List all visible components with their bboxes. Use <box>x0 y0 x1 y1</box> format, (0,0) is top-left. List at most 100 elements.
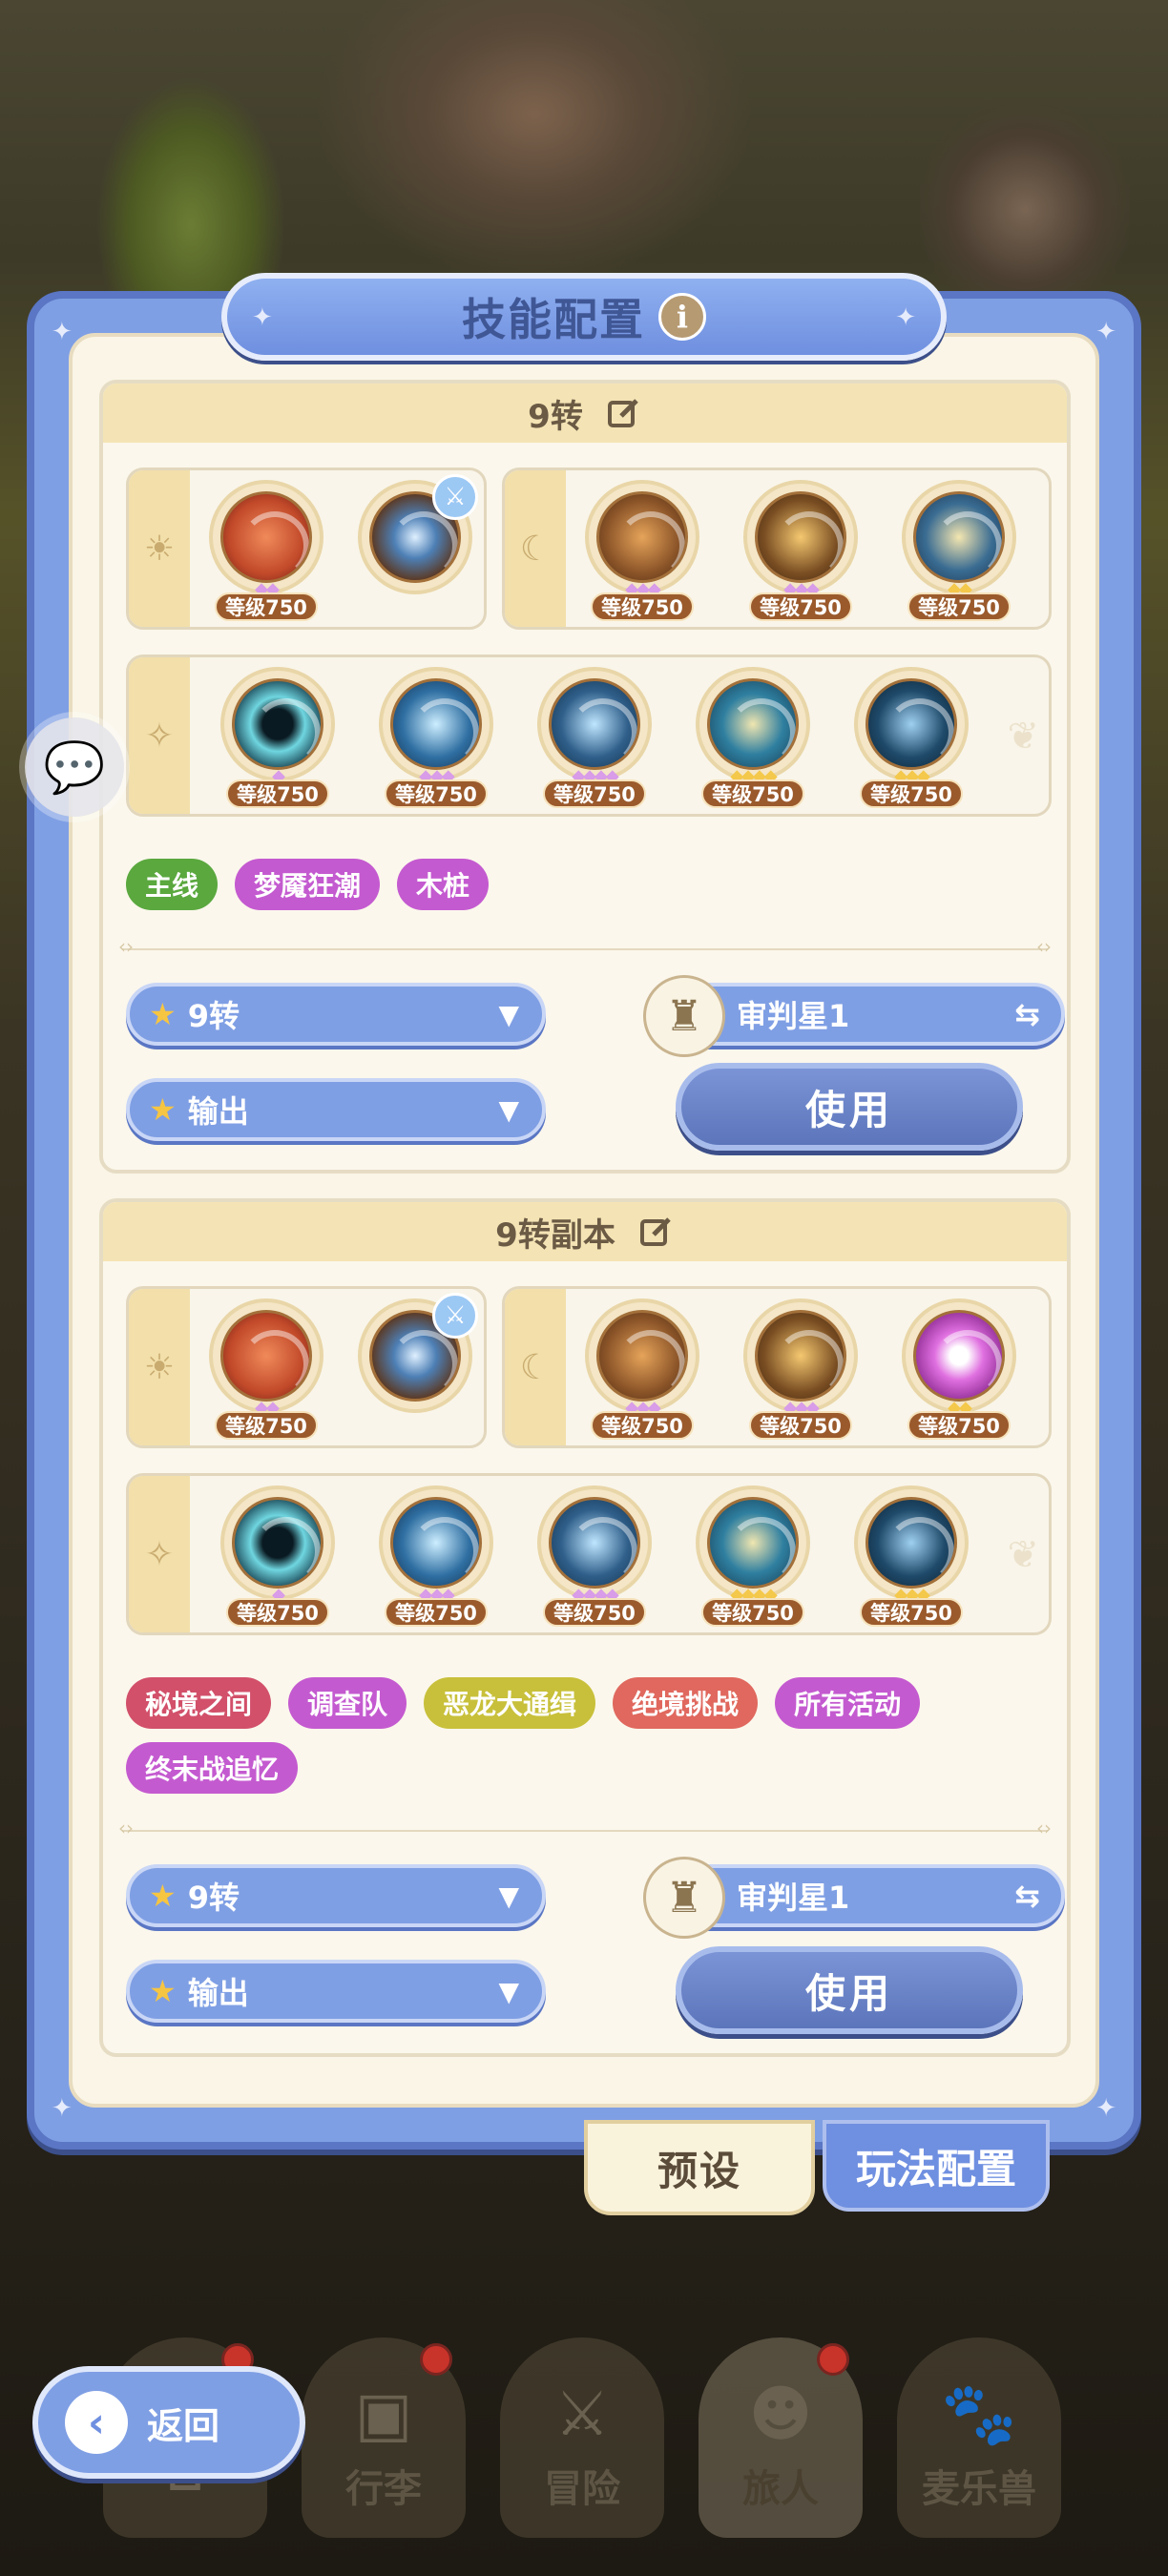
skill-icon <box>707 1497 799 1589</box>
skill-level: 等级750 <box>907 1411 1011 1440</box>
mode-tag: 梦魇狂潮 <box>235 859 381 910</box>
back-button[interactable]: ‹ 返回 <box>32 2366 305 2479</box>
config-name: 9转 <box>528 397 583 436</box>
star-skill-group: ✧ ◆ 等级750 ◆◆◆ 等级750 ◆◆◆◆ 等级750 ◆◆◆◆ 等级75… <box>126 1473 1052 1635</box>
skill-level: 等级750 <box>591 592 694 621</box>
pet-icon: 🐾 <box>941 2379 1017 2450</box>
swap-icon[interactable]: ⇆ <box>1014 996 1040 1032</box>
dropdown-value: 输出 <box>187 1975 249 2011</box>
skill-slot[interactable]: ◆◆◆ 等级750 <box>585 480 699 623</box>
skill-level: 等级750 <box>543 779 646 808</box>
skill-icon <box>913 1310 1005 1402</box>
character-selector[interactable]: ♜ 审判星1 ⇆ <box>643 975 1065 1057</box>
dropdown-value: 9转 <box>187 1880 240 1916</box>
skill-level: 等级750 <box>701 779 804 808</box>
decoration-icon: ❦ <box>1007 1533 1039 1577</box>
nav-label: 行李 <box>345 2467 422 2511</box>
job-dropdown[interactable]: ★ 9转 ▼ <box>126 983 546 1046</box>
nav-pet[interactable]: 🐾 麦乐兽 <box>897 2337 1061 2538</box>
skill-level: 等级750 <box>385 779 488 808</box>
corner-star-icon: ✦ <box>52 318 73 346</box>
skill-level: 等级750 <box>749 1411 852 1440</box>
chat-button[interactable]: 💬 <box>25 717 124 817</box>
mode-tag: 所有活动 <box>775 1677 921 1729</box>
mode-tag: 调查队 <box>288 1677 407 1729</box>
skill-slot[interactable]: ◆◆ 等级750 <box>902 480 1016 623</box>
skill-level: 等级750 <box>226 1598 329 1627</box>
mode-tags: 秘境之间 调查队 恶龙大通缉 绝境挑战 所有活动 终末战追忆 <box>126 1677 1044 1794</box>
sparkle-icon: ✧ <box>129 1476 190 1632</box>
edit-icon[interactable] <box>606 395 642 431</box>
skill-slot[interactable]: ◆◆◆ 等级750 <box>743 1298 858 1442</box>
role-dropdown[interactable]: ★ 输出 ▼ <box>126 1960 546 2023</box>
moon-icon: ☾ <box>505 470 566 627</box>
info-icon[interactable]: i <box>658 293 706 341</box>
nav-label: 旅人 <box>742 2467 819 2511</box>
mode-tag: 秘境之间 <box>126 1677 272 1729</box>
sun-icon: ☀ <box>129 1289 190 1445</box>
skill-slot[interactable]: ◆◆◆ 等级750 <box>585 1298 699 1442</box>
skill-slot[interactable]: ◆◆◆◆ 等级750 <box>696 667 810 810</box>
skill-slot[interactable]: ◆◆◆◆ 等级750 <box>696 1485 810 1629</box>
triangle-down-icon: ▼ <box>498 1880 519 1912</box>
swap-icon[interactable]: ⇆ <box>1014 1878 1040 1914</box>
nav-label: 冒险 <box>544 2467 620 2511</box>
skill-icon <box>220 491 312 583</box>
skill-level: 等级750 <box>701 1598 804 1627</box>
sparkle-icon: ✧ <box>129 657 190 814</box>
skill-slot[interactable]: ◆◆◆◆ 等级750 <box>537 667 652 810</box>
divider <box>118 935 1052 958</box>
job-dropdown[interactable]: ★ 9转 ▼ <box>126 1864 546 1927</box>
mode-tag: 木桩 <box>397 859 490 910</box>
corner-star-icon: ✦ <box>1095 318 1116 346</box>
skill-icon <box>866 1497 957 1589</box>
role-dropdown[interactable]: ★ 输出 ▼ <box>126 1078 546 1141</box>
title-banner: ✦ 技能配置 i ✦ <box>221 273 947 361</box>
edit-icon[interactable] <box>638 1214 675 1250</box>
star-icon: ✦ <box>895 303 916 332</box>
config-card: 9转 ☀ ◆◆ 等级750 ⚔ ☾ ◆◆◆ 等级750 ◆◆◆ 等级750 ◆◆… <box>99 380 1071 1174</box>
use-button[interactable]: 使用 <box>676 1946 1023 2034</box>
skill-icon <box>220 1310 312 1402</box>
character-name: 审判星1 <box>737 998 850 1034</box>
star-icon: ★ <box>149 1973 177 2009</box>
use-button[interactable]: 使用 <box>676 1063 1023 1151</box>
skill-level: 等级750 <box>860 1598 963 1627</box>
skill-slot[interactable]: ◆◆◆ 等级750 <box>379 1485 493 1629</box>
tab-play-config[interactable]: 玩法配置 <box>823 2120 1050 2212</box>
skill-icon <box>707 678 799 770</box>
skill-slot[interactable]: ◆◆ 等级750 <box>209 1298 323 1442</box>
skill-level: 等级750 <box>215 1411 318 1440</box>
skill-slot[interactable]: ◆◆ 等级750 <box>902 1298 1016 1442</box>
skill-icon <box>390 678 482 770</box>
tab-preset[interactable]: 预设 <box>584 2120 815 2215</box>
skill-slot[interactable]: ◆ 等级750 <box>220 1485 335 1629</box>
character-avatar: ♜ <box>643 1857 725 1939</box>
nav-label: 麦乐兽 <box>922 2467 1036 2511</box>
character-selector[interactable]: ♜ 审判星1 ⇆ <box>643 1857 1065 1939</box>
corner-star-icon: ✦ <box>52 2094 73 2123</box>
skill-slot[interactable]: ◆◆ 等级750 <box>209 480 323 623</box>
nav-adventure[interactable]: ⚔ 冒险 <box>500 2337 664 2538</box>
skill-slot[interactable]: ◆◆◆ 等级750 <box>379 667 493 810</box>
skill-slot[interactable]: ◆◆◆ 等级750 <box>854 667 969 810</box>
skill-level: 等级750 <box>226 779 329 808</box>
moon-icon: ☾ <box>505 1289 566 1445</box>
nav-bag[interactable]: ▣ 行李 <box>302 2337 466 2538</box>
skill-slot[interactable]: ◆◆◆◆ 等级750 <box>537 1485 652 1629</box>
page-title: 技能配置 <box>462 294 645 345</box>
nav-traveler[interactable]: ☻ 旅人 <box>699 2337 863 2538</box>
mode-tag: 恶龙大通缉 <box>424 1677 596 1729</box>
corner-star-icon: ✦ <box>1095 2094 1116 2123</box>
triangle-down-icon: ▼ <box>498 998 519 1030</box>
skill-level: 等级750 <box>907 592 1011 621</box>
skill-slot[interactable]: ◆◆◆ 等级750 <box>854 1485 969 1629</box>
skill-slot[interactable]: ⚔ <box>358 1293 478 1442</box>
skill-level: 等级750 <box>543 1598 646 1627</box>
config-name: 9转副本 <box>495 1215 615 1255</box>
sun-icon: ☀ <box>129 470 190 627</box>
skill-icon <box>549 1497 640 1589</box>
skill-slot[interactable]: ◆◆◆ 等级750 <box>743 480 858 623</box>
skill-slot[interactable]: ◆ 等级750 <box>220 667 335 810</box>
skill-slot[interactable]: ⚔ <box>358 474 478 623</box>
